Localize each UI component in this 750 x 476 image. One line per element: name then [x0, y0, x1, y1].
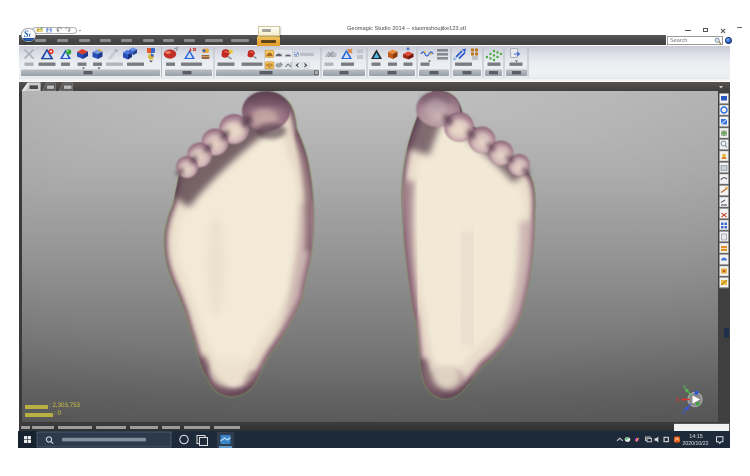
svg-text:Y: Y	[683, 385, 687, 392]
svg-text:2020/10/22: 2020/10/22	[683, 441, 709, 447]
svg-text:Z: Z	[682, 409, 686, 416]
svg-text:X: X	[676, 397, 680, 404]
svg-text:14:15: 14:15	[689, 434, 703, 440]
